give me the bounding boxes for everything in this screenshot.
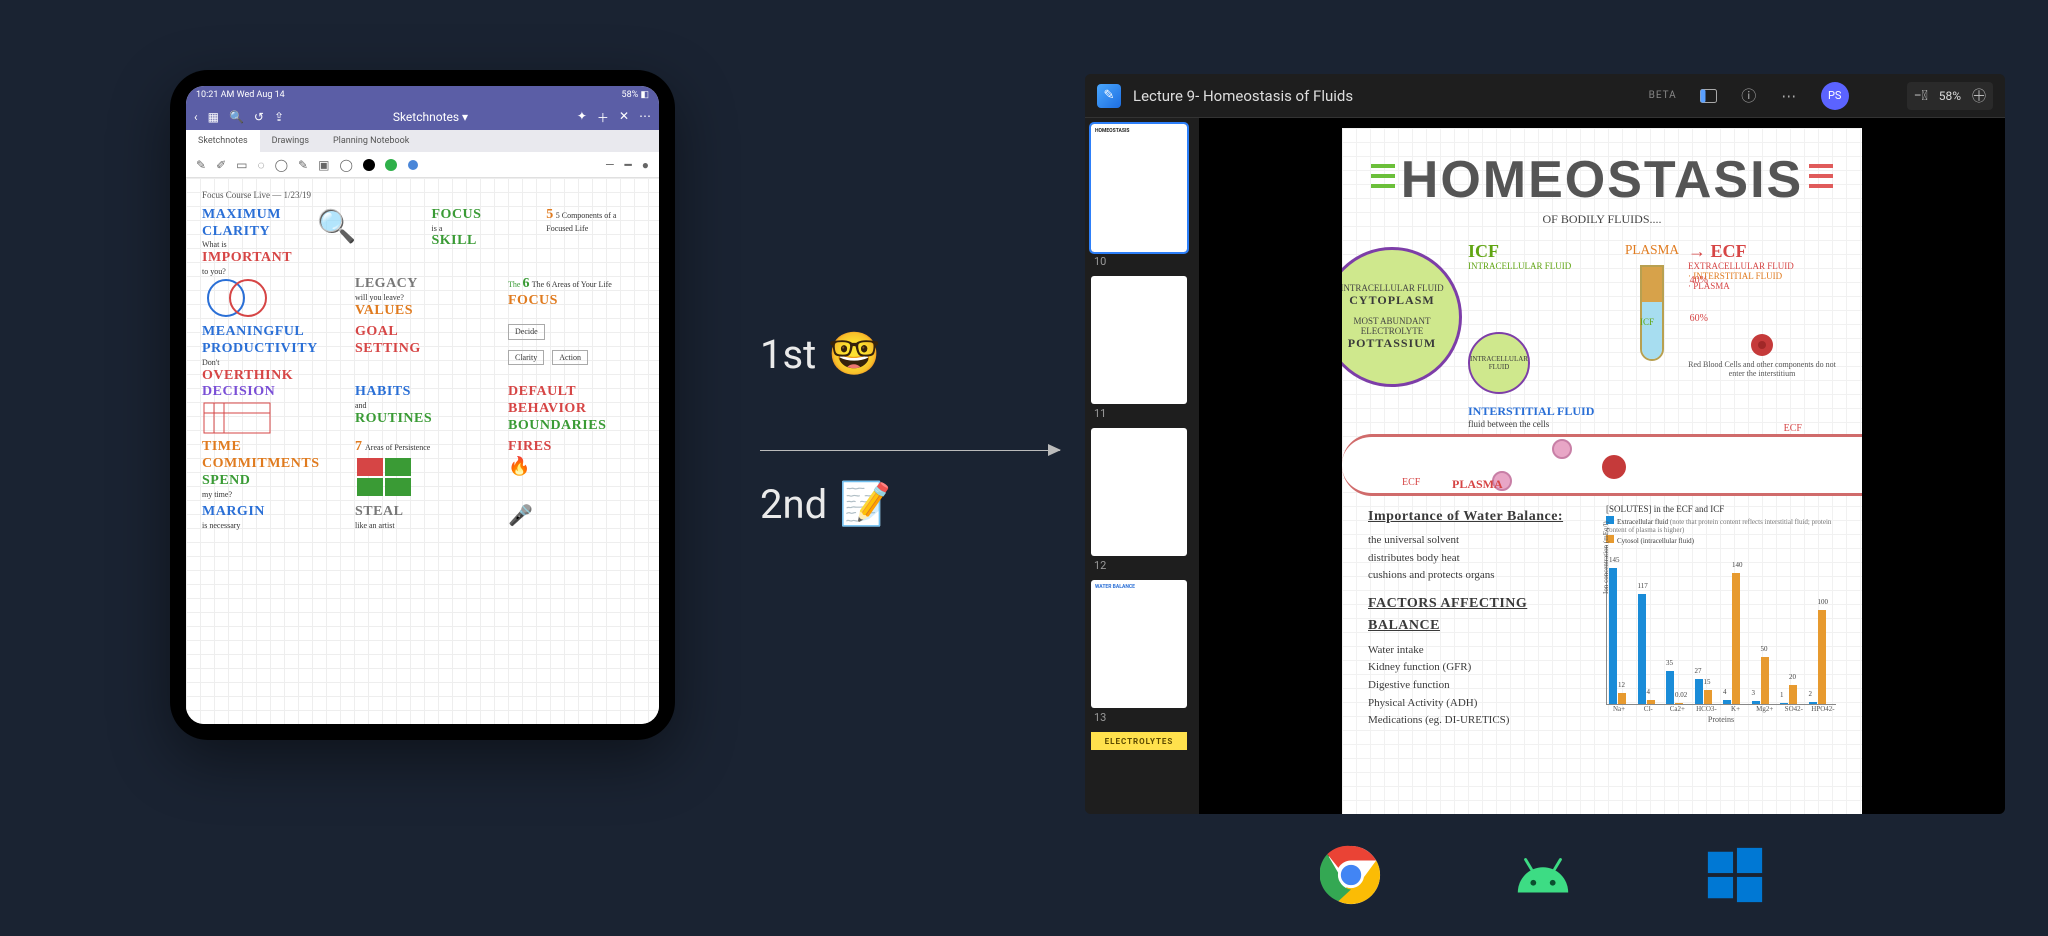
arrow-icon xyxy=(760,450,1060,451)
more-icon[interactable]: ⋯ xyxy=(1777,84,1801,108)
image-tool-icon[interactable]: ▣ xyxy=(318,158,329,172)
tool-magic-icon[interactable]: ✦ xyxy=(577,109,587,126)
info-icon[interactable]: ⓘ xyxy=(1737,84,1761,108)
cell-diagram-small: INTRACELLULAR FLUID xyxy=(1468,332,1530,394)
android-icon xyxy=(1512,844,1574,906)
thumbnail-sidebar[interactable]: HOMEOSTASIS 10 11 12 WATER BALANCE 13 EL… xyxy=(1085,118,1199,814)
notes-text: Importance of Water Balance: the univers… xyxy=(1368,504,1596,730)
ipad-screen: 10:21 AM Wed Aug 14 58% ◧ ‹ ▦ 🔍 ↺ ⇪ Sket… xyxy=(186,86,659,724)
tab-planning[interactable]: Planning Notebook xyxy=(321,130,421,152)
windows-icon xyxy=(1704,844,1766,906)
pencil-tool-icon[interactable]: ✐ xyxy=(216,158,226,172)
lasso-tool-icon[interactable]: ◯ xyxy=(275,158,288,172)
chrome-icon xyxy=(1320,844,1382,906)
app-header: ✎ Lecture 9- Homeostasis of Fluids BETA … xyxy=(1085,74,2005,118)
page-thumbnail[interactable]: 12 xyxy=(1091,428,1187,572)
test-tube-icon xyxy=(1640,265,1664,361)
zoom-controls: −⃝ 58% ＋⃝ xyxy=(1907,82,1993,110)
status-battery: 58% ◧ xyxy=(622,86,649,104)
ios-status-bar: 10:21 AM Wed Aug 14 58% ◧ xyxy=(186,86,659,104)
tool-close-icon[interactable]: ✕ xyxy=(619,109,629,126)
text-tool-icon[interactable]: ✎ xyxy=(298,158,308,172)
grid-icon[interactable]: ▦ xyxy=(208,110,219,124)
nerd-emoji: 🤓 xyxy=(828,330,880,379)
tool-plus-icon[interactable]: ＋ xyxy=(597,109,609,126)
undo-icon[interactable]: ↺ xyxy=(254,110,264,124)
stroke-med-icon[interactable]: ━ xyxy=(625,158,632,172)
tab-sketchnotes[interactable]: Sketchnotes xyxy=(186,130,260,152)
page-canvas[interactable]: HOMEOSTASIS OF BODILY FLUIDS.... INTRACE… xyxy=(1199,118,2005,814)
goodnotes-web-window: ✎ Lecture 9- Homeostasis of Fluids BETA … xyxy=(1085,74,2005,814)
platform-icons xyxy=(1320,844,1766,906)
rbc-note: Red Blood Cells and other components do … xyxy=(1688,332,1836,378)
pen-tool-icon[interactable]: ✎ xyxy=(196,158,206,172)
accent-lines-icon xyxy=(1809,160,1833,200)
note-page[interactable]: HOMEOSTASIS OF BODILY FLUIDS.... INTRACE… xyxy=(1342,128,1862,814)
user-avatar[interactable]: PS xyxy=(1821,82,1849,110)
tool-more-icon[interactable]: ⋯ xyxy=(639,109,651,126)
memo-emoji: 📝 xyxy=(839,480,891,529)
highlighter-tool-icon[interactable]: ▭ xyxy=(236,158,247,172)
page-subtitle: OF BODILY FLUIDS.... xyxy=(1368,212,1836,227)
cell-diagram-large: INTRACELLULAR FLUID CYTOPLASM MOST ABUND… xyxy=(1342,247,1462,387)
first-label: 1st xyxy=(760,331,816,378)
comparison-labels-2: 2nd 📝 xyxy=(760,480,1060,535)
solutes-chart: [SOLUTES] in the ECF and ICF Extracellul… xyxy=(1606,504,1836,730)
back-icon[interactable]: ‹ xyxy=(194,110,198,124)
page-title: HOMEOSTASIS xyxy=(1401,150,1803,210)
sketchnote-page[interactable]: Focus Course Live — 1/23/19 MAXIMUM CLAR… xyxy=(186,178,659,724)
page-thumbnail[interactable]: HOMEOSTASIS 10 xyxy=(1091,124,1187,268)
shape-tool-icon[interactable]: ◯ xyxy=(339,158,352,172)
color-green[interactable] xyxy=(385,159,397,171)
search-icon[interactable]: 🔍 xyxy=(229,110,244,124)
tab-drawings[interactable]: Drawings xyxy=(260,130,321,152)
second-label: 2nd xyxy=(760,481,827,528)
document-title: Lecture 9- Homeostasis of Fluids xyxy=(1133,87,1637,105)
beta-badge: BETA xyxy=(1649,90,1677,101)
panel-toggle-icon[interactable] xyxy=(1697,84,1721,108)
page-thumbnail[interactable]: 11 xyxy=(1091,276,1187,420)
zoom-in-icon[interactable]: ＋⃝ xyxy=(1965,86,1993,106)
stroke-thin-icon[interactable]: — xyxy=(605,158,614,172)
color-black[interactable] xyxy=(363,159,375,171)
page-thumbnail[interactable]: ELECTROLYTES xyxy=(1091,732,1187,750)
document-title[interactable]: Sketchnotes ▾ xyxy=(284,110,577,124)
color-blue[interactable] xyxy=(407,159,419,171)
eraser-tool-icon[interactable]: ◌ xyxy=(257,158,264,172)
blood-vessel-diagram: ECF PLASMA ECF xyxy=(1342,434,1862,496)
page-thumbnail[interactable]: WATER BALANCE 13 xyxy=(1091,580,1187,724)
app-titlebar: ‹ ▦ 🔍 ↺ ⇪ Sketchnotes ▾ ✦ ＋ ✕ ⋯ xyxy=(186,104,659,130)
status-time: 10:21 AM Wed Aug 14 xyxy=(196,86,285,104)
share-icon[interactable]: ⇪ xyxy=(274,110,284,124)
zoom-value: 58% xyxy=(1935,89,1965,103)
zoom-out-icon[interactable]: −⃝ xyxy=(1907,88,1935,104)
app-logo-icon[interactable]: ✎ xyxy=(1097,84,1121,108)
page-date: Focus Course Live — 1/23/19 xyxy=(202,190,643,201)
notebook-tabs: Sketchnotes Drawings Planning Notebook xyxy=(186,130,659,152)
stroke-thick-icon[interactable]: ● xyxy=(642,158,649,172)
accent-lines-icon xyxy=(1371,160,1395,200)
drawing-toolbar: ✎ ✐ ▭ ◌ ◯ ✎ ▣ ◯ — ━ ● xyxy=(186,152,659,178)
ipad-mockup: 10:21 AM Wed Aug 14 58% ◧ ‹ ▦ 🔍 ↺ ⇪ Sket… xyxy=(170,70,675,740)
comparison-labels: 1st 🤓 xyxy=(760,330,1060,385)
